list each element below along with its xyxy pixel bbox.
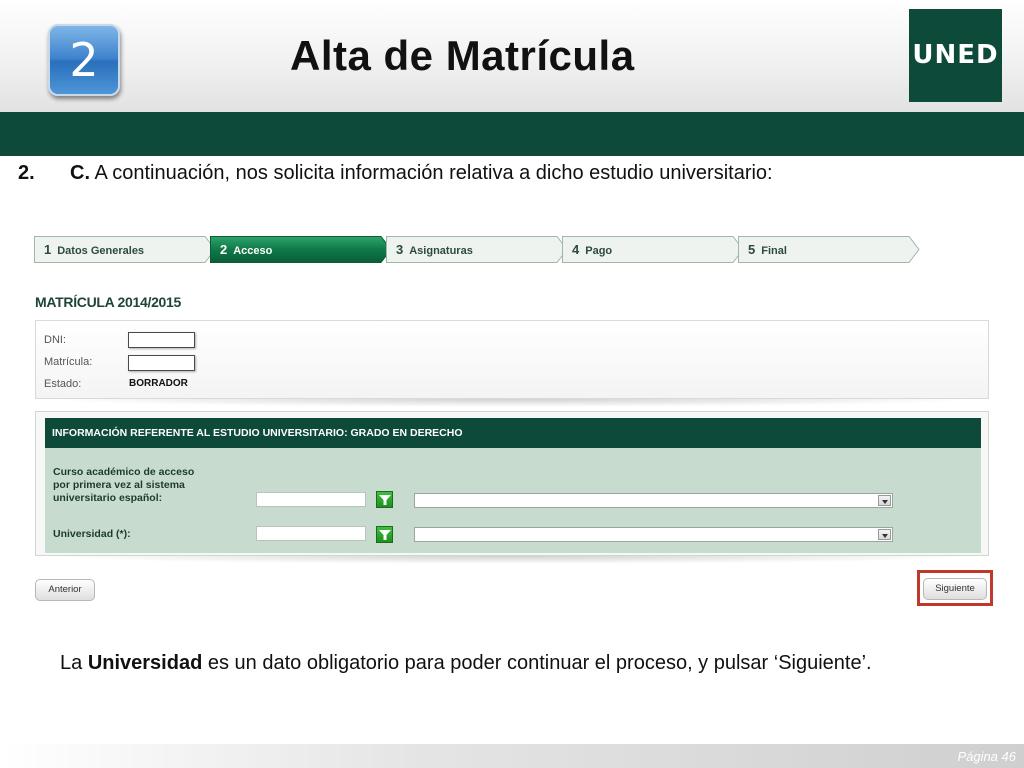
curso-label-line: por primera vez al sistema: [53, 479, 185, 491]
curso-filter-button[interactable]: [376, 491, 393, 508]
step-number: 1: [44, 242, 52, 257]
step-number: 5: [748, 242, 756, 257]
note-suffix: es un dato obligatorio para poder contin…: [202, 652, 872, 674]
anterior-button[interactable]: Anterior: [35, 579, 95, 601]
divider-shadow: [35, 399, 989, 407]
instruction-body: A continuación, nos solicita información…: [90, 162, 773, 184]
universidad-select[interactable]: [414, 527, 893, 542]
filter-icon: [379, 495, 391, 505]
matricula-field[interactable]: [128, 355, 195, 371]
curso-label-line: Curso académico de acceso: [53, 466, 195, 478]
chevron-down-icon[interactable]: [878, 495, 891, 506]
slide: 2 Alta de Matrícula UNED 2. C. A continua…: [0, 0, 1024, 768]
estudio-panel: INFORMACIÓN REFERENTE AL ESTUDIO UNIVERS…: [45, 418, 981, 553]
universidad-label: Universidad (*):: [53, 528, 131, 540]
curso-label-line: universitario español:: [53, 492, 163, 504]
step-label: Final: [761, 245, 787, 257]
curso-select[interactable]: [414, 493, 893, 508]
dni-field[interactable]: [128, 332, 195, 348]
step-final[interactable]: 5 Final: [738, 236, 920, 263]
curso-acceso-label: Curso académico de acceso por primera ve…: [53, 466, 194, 505]
step-label: Pago: [585, 245, 613, 257]
note-text: La Universidad es un dato obligatorio pa…: [60, 652, 872, 675]
matricula-label: Matrícula:: [44, 356, 93, 368]
header-green-band: [0, 112, 1024, 156]
step-number-badge: 2: [48, 24, 120, 96]
step-number: 3: [396, 242, 404, 257]
matricula-info-box: DNI: Matrícula: Estado: BORRADOR: [35, 320, 989, 399]
estudio-section: INFORMACIÓN REFERENTE AL ESTUDIO UNIVERS…: [35, 411, 989, 556]
step-label: Asignaturas: [409, 245, 473, 257]
estado-value: BORRADOR: [129, 378, 188, 389]
page-number: Página 46: [957, 749, 1016, 764]
instruction-letter: C.: [70, 162, 90, 184]
footer-bar: Página 46: [0, 744, 1024, 768]
chevron-down-icon[interactable]: [878, 529, 891, 540]
estado-label: Estado:: [44, 378, 82, 390]
slide-title: Alta de Matrícula: [290, 32, 635, 79]
universidad-code-input[interactable]: [256, 526, 366, 541]
step-label: Acceso: [233, 245, 273, 257]
matricula-title: MATRÍCULA 2014/2015: [35, 294, 182, 310]
divider-shadow: [35, 556, 989, 564]
step-acceso[interactable]: 2 Acceso: [210, 236, 392, 263]
dni-label: DNI:: [44, 334, 66, 346]
step-pago[interactable]: 4 Pago: [562, 236, 744, 263]
step-datos-generales[interactable]: 1 Datos Generales: [34, 236, 216, 263]
step-asignaturas[interactable]: 3 Asignaturas: [386, 236, 568, 263]
curso-code-input[interactable]: [256, 492, 366, 507]
estudio-header: INFORMACIÓN REFERENTE AL ESTUDIO UNIVERS…: [45, 418, 981, 448]
step-number: 4: [572, 242, 580, 257]
step-number: 2: [220, 242, 228, 257]
filter-icon: [379, 530, 391, 540]
note-bold: Universidad: [87, 652, 203, 674]
step-label: Datos Generales: [57, 245, 145, 257]
instruction-number: 2.: [18, 162, 35, 184]
universidad-filter-button[interactable]: [376, 526, 393, 543]
siguiente-button[interactable]: Siguiente: [923, 578, 987, 600]
instruction-text: 2. C. A continuación, nos solicita inform…: [18, 162, 773, 185]
note-prefix: La: [60, 652, 88, 674]
uned-logo: UNED: [909, 9, 1002, 102]
